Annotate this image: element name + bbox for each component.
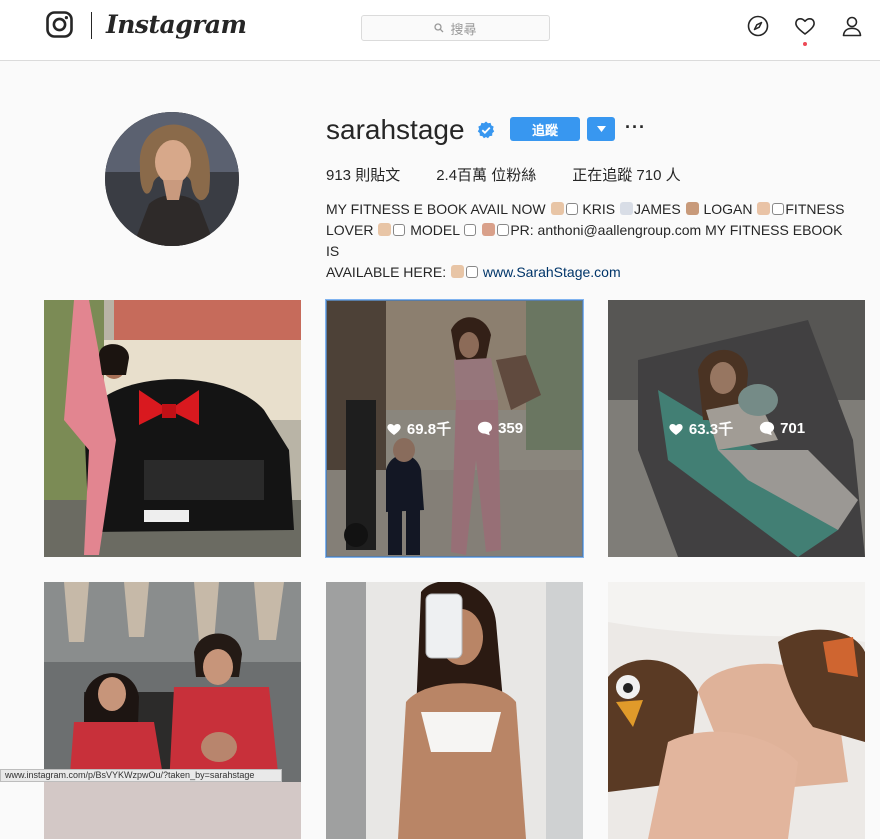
likes-count: 63.3千 xyxy=(688,421,734,438)
man-emoji-icon xyxy=(685,202,699,215)
profile-avatar[interactable] xyxy=(105,112,239,246)
bio-text: FITNESS xyxy=(785,201,845,217)
post-photo xyxy=(44,300,301,557)
logo-divider xyxy=(91,12,92,39)
heart-filled-icon xyxy=(669,423,683,436)
likes-stat: 69.8千 xyxy=(386,418,451,439)
followers-count[interactable]: 2.4百萬 位粉絲 xyxy=(436,164,536,185)
profile-bio: MY FITNESS E BOOK AVAIL NOW KRIS JAMES L… xyxy=(326,199,856,283)
profile-username: sarahstage xyxy=(326,114,465,145)
top-nav: Instagram 搜尋 xyxy=(0,0,880,61)
notification-dot xyxy=(803,42,807,46)
comment-bubble-icon xyxy=(477,421,493,436)
post-photo xyxy=(608,582,865,839)
avatar-photo xyxy=(105,112,239,246)
profile-stats: 913 則貼文 2.4百萬 位粉絲 正在追蹤 710 人 xyxy=(326,164,681,185)
more-options-button[interactable]: ··· xyxy=(625,118,646,136)
post-photo xyxy=(326,582,583,839)
bio-text: KRIS xyxy=(582,201,616,217)
bio-text: JAMES xyxy=(634,201,681,217)
comments-count: 701 xyxy=(780,420,806,437)
instagram-glyph-icon[interactable] xyxy=(46,11,73,38)
browser-status-bar: www.instagram.com/p/BsVYKWzpwOu/?taken_b… xyxy=(0,769,282,782)
person-icon[interactable] xyxy=(841,15,863,37)
woman-emoji-icon xyxy=(482,223,496,236)
bio-text: MODEL xyxy=(410,222,460,238)
following-count[interactable]: 正在追蹤 710 人 xyxy=(572,164,680,185)
baby-emoji-icon xyxy=(757,202,771,215)
post-thumbnail[interactable] xyxy=(44,300,301,557)
post-thumbnail[interactable] xyxy=(44,582,301,839)
missing-glyph-icon xyxy=(464,224,477,236)
heart-icon[interactable] xyxy=(794,15,816,37)
comment-bubble-icon xyxy=(759,421,775,436)
instagram-wordmark[interactable]: Instagram xyxy=(106,8,247,42)
post-hover-overlay: 69.8千 359 xyxy=(326,300,583,557)
post-thumbnail[interactable] xyxy=(326,582,583,839)
missing-glyph-icon xyxy=(393,224,406,236)
bio-text: MY FITNESS E BOOK AVAIL NOW xyxy=(326,201,546,217)
likes-count: 69.8千 xyxy=(406,421,452,438)
ring-emoji-icon xyxy=(620,202,633,215)
posts-count: 913 則貼文 xyxy=(326,167,401,184)
likes-stat: 63.3千 xyxy=(668,418,733,439)
search-icon xyxy=(434,23,444,33)
suggestions-dropdown-button[interactable] xyxy=(587,117,615,141)
missing-glyph-icon xyxy=(772,203,785,215)
post-thumbnail[interactable] xyxy=(608,582,865,839)
missing-glyph-icon xyxy=(565,203,578,215)
missing-glyph-icon xyxy=(465,266,478,278)
pointing-down-emoji-icon xyxy=(550,202,564,215)
comments-stat: 701 xyxy=(759,420,805,437)
comments-stat: 359 xyxy=(477,420,523,437)
missing-glyph-icon xyxy=(497,224,510,236)
post-photo xyxy=(44,582,301,839)
bio-website-link[interactable]: www.SarahStage.com xyxy=(483,264,621,280)
compass-icon[interactable] xyxy=(747,15,769,37)
heart-filled-icon xyxy=(387,423,401,436)
post-thumbnail[interactable]: 63.3千 701 xyxy=(608,300,865,557)
search-input[interactable]: 搜尋 xyxy=(361,15,550,41)
search-placeholder: 搜尋 xyxy=(450,21,477,37)
bio-text: AVAILABLE HERE: xyxy=(326,264,447,280)
follow-button[interactable]: 追蹤 xyxy=(510,117,580,141)
post-hover-overlay: 63.3千 701 xyxy=(608,300,865,557)
verified-badge-icon xyxy=(477,121,495,139)
post-thumbnail[interactable]: 69.8千 359 xyxy=(325,299,584,558)
chevron-down-icon xyxy=(596,126,606,132)
bio-text: LOVER xyxy=(326,222,374,238)
bio-text: LOGAN xyxy=(703,201,753,217)
pointing-down-emoji-icon xyxy=(450,265,464,278)
flexed-biceps-emoji-icon xyxy=(378,223,392,236)
comments-count: 359 xyxy=(498,420,524,437)
